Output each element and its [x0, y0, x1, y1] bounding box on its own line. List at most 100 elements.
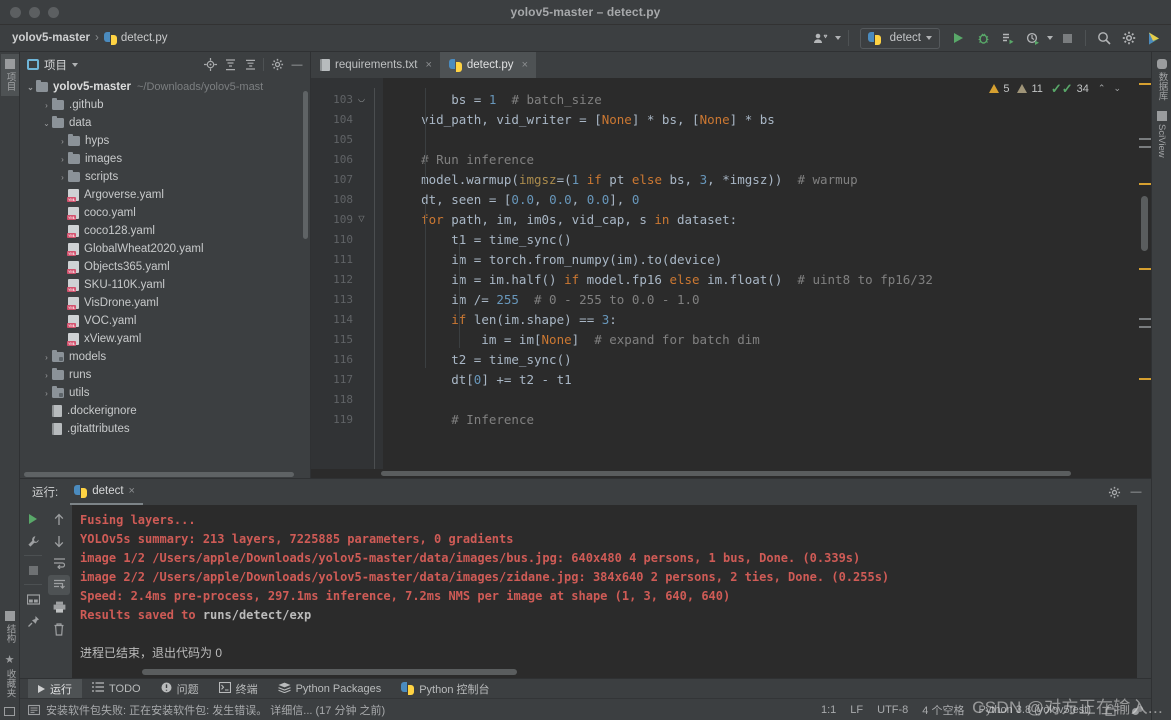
tab-requirements-txt[interactable]: requirements.txt ×: [311, 52, 440, 78]
tree-row[interactable]: › images: [20, 150, 310, 168]
indent-setting[interactable]: 4 个空格: [922, 702, 964, 718]
expand-all-icon[interactable]: [221, 56, 239, 74]
profile-button[interactable]: [1022, 28, 1044, 49]
fold-marker-icon[interactable]: ◡: [357, 94, 366, 103]
breadcrumb-project[interactable]: yolov5-master: [12, 32, 90, 44]
bottom-tab-todo[interactable]: TODO: [82, 679, 151, 699]
editor-scroll-thumb[interactable]: [1141, 196, 1148, 251]
status-message-area[interactable]: 安装软件包失败: 正在安装软件包: 发生错误。 详细信... (17 分钟 之前…: [27, 702, 385, 718]
code-content[interactable]: 5 11 ✓✓ 34 ⌃ ⌄ bs = 1 # batch_size vid_p…: [383, 78, 1137, 469]
editor-gutter[interactable]: 103 104 105 106 107 108 109 110 111 112 …: [311, 78, 383, 469]
tree-row[interactable]: coco.yaml: [20, 204, 310, 222]
gear-icon[interactable]: [268, 56, 286, 74]
run-console[interactable]: Fusing layers... YOLOv5s summary: 213 la…: [72, 505, 1137, 678]
wrench-icon[interactable]: [22, 531, 44, 551]
gear-icon[interactable]: [1105, 483, 1123, 501]
project-tree-scrollbar[interactable]: [303, 91, 308, 239]
soft-wrap-icon[interactable]: [48, 553, 70, 573]
line-separator[interactable]: LF: [850, 704, 863, 716]
hide-icon[interactable]: —: [1127, 483, 1145, 501]
tree-row[interactable]: › hyps: [20, 132, 310, 150]
tree-row[interactable]: VOC.yaml: [20, 312, 310, 330]
chevron-right-icon[interactable]: ›: [57, 137, 68, 146]
down-icon[interactable]: [48, 531, 70, 551]
hide-icon[interactable]: —: [288, 56, 306, 74]
status-message[interactable]: 安装软件包失败: 正在安装软件包: 发生错误。 详细信... (17 分钟 之前…: [46, 702, 385, 718]
inspection-widget[interactable]: 5 11 ✓✓ 34 ⌃ ⌄: [989, 82, 1121, 95]
chevron-down-icon[interactable]: ⌄: [25, 83, 36, 92]
tree-row[interactable]: SKU-110K.yaml: [20, 276, 310, 294]
stop-icon[interactable]: [22, 560, 44, 580]
tree-row[interactable]: › utils: [20, 384, 310, 402]
tree-row-root[interactable]: ⌄ yolov5-master ~/Downloads/yolov5-mast: [20, 78, 310, 96]
sidebar-item-structure[interactable]: 结构: [1, 606, 19, 648]
close-icon[interactable]: ×: [129, 485, 135, 497]
chevron-down-icon[interactable]: ⌄: [1113, 83, 1121, 94]
chevron-down-icon[interactable]: ⌄: [41, 119, 52, 128]
tree-row[interactable]: Objects365.yaml: [20, 258, 310, 276]
tree-row[interactable]: › scripts: [20, 168, 310, 186]
chevron-down-icon[interactable]: [72, 62, 78, 67]
notification-icon[interactable]: [27, 704, 41, 716]
collapse-all-icon[interactable]: [241, 56, 259, 74]
sidebar-item-favorites[interactable]: ★ 收藏夹: [1, 648, 19, 703]
close-icon[interactable]: ×: [425, 59, 431, 71]
tree-row[interactable]: VisDrone.yaml: [20, 294, 310, 312]
user-group-caret-icon[interactable]: [834, 36, 841, 40]
tree-row[interactable]: › .github: [20, 96, 310, 114]
breadcrumb-file[interactable]: detect.py: [121, 32, 168, 44]
rerun-icon[interactable]: [22, 509, 44, 529]
chevron-right-icon[interactable]: ›: [41, 101, 52, 110]
stop-button[interactable]: [1056, 28, 1078, 49]
debug-button[interactable]: [972, 28, 994, 49]
gear-icon[interactable]: [1118, 28, 1140, 49]
bottom-tab-terminal[interactable]: 终端: [209, 679, 268, 699]
scroll-to-end-icon[interactable]: [48, 575, 70, 595]
coverage-button[interactable]: [997, 28, 1019, 49]
tree-row[interactable]: GlobalWheat2020.yaml: [20, 240, 310, 258]
chevron-right-icon[interactable]: ›: [41, 371, 52, 380]
sidebar-item-project[interactable]: 项目: [0, 54, 19, 96]
tab-detect-py[interactable]: detect.py ×: [439, 52, 536, 78]
chevron-right-icon[interactable]: ›: [41, 389, 52, 398]
chevron-up-icon[interactable]: ⌃: [1098, 83, 1106, 94]
terminal-strip-icon[interactable]: [2, 702, 17, 720]
editor-hscrollbar[interactable]: [311, 469, 1151, 478]
tree-row[interactable]: › models: [20, 348, 310, 366]
editor-scrollbar[interactable]: [1137, 78, 1151, 469]
tree-row[interactable]: Argoverse.yaml: [20, 186, 310, 204]
project-tree[interactable]: ⌄ yolov5-master ~/Downloads/yolov5-mast …: [20, 77, 310, 470]
tree-row[interactable]: ⌄ data: [20, 114, 310, 132]
bottom-tab-problems[interactable]: 问题: [151, 679, 209, 699]
tree-row[interactable]: xView.yaml: [20, 330, 310, 348]
run-configuration-selector[interactable]: detect: [859, 27, 940, 49]
chevron-right-icon[interactable]: ›: [41, 353, 52, 362]
bottom-tab-python-packages[interactable]: Python Packages: [268, 679, 392, 699]
chevron-right-icon[interactable]: ›: [57, 173, 68, 182]
layout-icon[interactable]: [22, 589, 44, 609]
run-tab-detect[interactable]: detect ×: [70, 479, 143, 505]
trash-icon[interactable]: [48, 619, 70, 639]
up-icon[interactable]: [48, 509, 70, 529]
tree-row[interactable]: coco128.yaml: [20, 222, 310, 240]
bottom-tab-python-console[interactable]: Python 控制台: [391, 679, 499, 699]
updates-icon[interactable]: [1143, 28, 1165, 49]
print-icon[interactable]: [48, 597, 70, 617]
tree-row[interactable]: .dockerignore: [20, 402, 310, 420]
sidebar-item-sciview[interactable]: SciView: [1154, 106, 1169, 163]
locate-icon[interactable]: [201, 56, 219, 74]
close-icon[interactable]: ×: [522, 59, 528, 71]
user-group-icon[interactable]: [810, 28, 832, 49]
python-interpreter[interactable]: Python 3.8 (yolov5test): [978, 704, 1091, 716]
memory-icon[interactable]: [1131, 704, 1143, 716]
run-button[interactable]: [947, 28, 969, 49]
pin-icon[interactable]: [22, 611, 44, 631]
project-tree-hscrollbar[interactable]: [20, 470, 310, 478]
tree-row[interactable]: .gitattributes: [20, 420, 310, 438]
profile-caret-icon[interactable]: [1047, 36, 1053, 40]
tree-row[interactable]: › runs: [20, 366, 310, 384]
lock-icon[interactable]: [1105, 703, 1117, 716]
chevron-right-icon[interactable]: ›: [57, 155, 68, 164]
file-encoding[interactable]: UTF-8: [877, 704, 908, 716]
search-icon[interactable]: [1093, 28, 1115, 49]
